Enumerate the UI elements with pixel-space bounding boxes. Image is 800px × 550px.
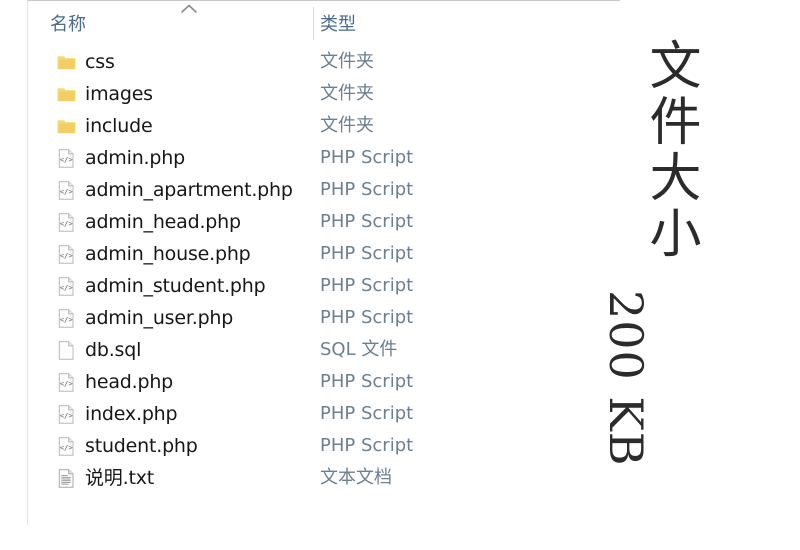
file-list: css 文件夹 images 文件夹 include 文件夹 </> admin.php PHP… (28, 46, 620, 494)
file-list-row[interactable]: </> admin_user.php PHP Script (28, 302, 620, 334)
file-type: PHP Script (320, 403, 414, 424)
column-header-type[interactable]: 类型 (320, 14, 356, 36)
file-name[interactable]: 说明.txt (85, 462, 154, 494)
file-list-row[interactable]: </> index.php PHP Script (28, 398, 620, 430)
svg-text:</>: </> (60, 155, 74, 164)
file-type: 文件夹 (320, 51, 374, 72)
svg-text:</>: </> (60, 315, 74, 324)
php-script-file-icon: </> (56, 148, 77, 169)
file-type: PHP Script (320, 435, 414, 456)
file-name[interactable]: index.php (85, 398, 178, 430)
php-script-file-icon: </> (56, 372, 77, 393)
php-script-file-icon: </> (56, 212, 77, 233)
folder-icon (56, 116, 77, 137)
file-name[interactable]: css (85, 46, 115, 78)
file-list-pane: 名称 类型 css 文件夹 images 文件夹 include 文件夹 </> admin.… (27, 0, 620, 525)
file-list-row[interactable]: db.sql SQL 文件 (28, 334, 620, 366)
file-list-row[interactable]: </> admin.php PHP Script (28, 142, 620, 174)
file-name[interactable]: admin_user.php (85, 302, 233, 334)
file-type: 文本文档 (320, 467, 392, 488)
file-list-row[interactable]: </> student.php PHP Script (28, 430, 620, 462)
svg-text:</>: </> (60, 443, 74, 452)
file-list-row[interactable]: </> admin_head.php PHP Script (28, 206, 620, 238)
file-type: SQL 文件 (320, 339, 398, 360)
file-name[interactable]: admin_house.php (85, 238, 251, 270)
file-name[interactable]: admin_apartment.php (85, 174, 293, 206)
file-size-annotation: 文件大小 200 KB (599, 0, 800, 550)
file-list-row[interactable]: </> admin_student.php PHP Script (28, 270, 620, 302)
php-script-file-icon: </> (56, 180, 77, 201)
file-name[interactable]: admin_head.php (85, 206, 241, 238)
file-name[interactable]: include (85, 110, 153, 142)
file-list-row[interactable]: </> head.php PHP Script (28, 366, 620, 398)
column-header-row: 名称 类型 (28, 1, 620, 46)
svg-text:</>: </> (60, 283, 74, 292)
file-type: PHP Script (320, 371, 414, 392)
blank-document-icon (56, 340, 77, 361)
folder-icon (56, 84, 77, 105)
file-type: 文件夹 (320, 83, 374, 104)
file-name[interactable]: admin.php (85, 142, 185, 174)
file-type: PHP Script (320, 179, 414, 200)
file-list-row[interactable]: css 文件夹 (28, 46, 620, 78)
file-size-annotation-value: 200 KB (599, 290, 653, 467)
file-type: PHP Script (320, 307, 414, 328)
file-list-row[interactable]: 说明.txt 文本文档 (28, 462, 620, 494)
chevron-up-icon[interactable] (180, 3, 198, 14)
file-name[interactable]: images (85, 78, 153, 110)
file-type: PHP Script (320, 211, 414, 232)
svg-text:</>: </> (60, 411, 74, 420)
svg-text:</>: </> (60, 187, 74, 196)
file-name[interactable]: student.php (85, 430, 198, 462)
file-list-row[interactable]: </> admin_house.php PHP Script (28, 238, 620, 270)
svg-text:</>: </> (60, 251, 74, 260)
file-name[interactable]: head.php (85, 366, 173, 398)
file-list-row[interactable]: include 文件夹 (28, 110, 620, 142)
file-size-annotation-label: 文件大小 (640, 38, 700, 262)
php-script-file-icon: </> (56, 308, 77, 329)
php-script-file-icon: </> (56, 244, 77, 265)
file-name[interactable]: db.sql (85, 334, 141, 366)
file-type: 文件夹 (320, 115, 374, 136)
file-type: PHP Script (320, 243, 414, 264)
svg-text:</>: </> (60, 219, 74, 228)
file-type: PHP Script (320, 275, 414, 296)
file-list-row[interactable]: images 文件夹 (28, 78, 620, 110)
php-script-file-icon: </> (56, 436, 77, 457)
text-document-icon (56, 468, 77, 489)
php-script-file-icon: </> (56, 276, 77, 297)
file-list-row[interactable]: </> admin_apartment.php PHP Script (28, 174, 620, 206)
svg-text:</>: </> (60, 379, 74, 388)
file-name[interactable]: admin_student.php (85, 270, 266, 302)
folder-icon (56, 52, 77, 73)
column-divider[interactable] (313, 7, 314, 40)
column-header-name[interactable]: 名称 (50, 14, 86, 36)
php-script-file-icon: </> (56, 404, 77, 425)
file-type: PHP Script (320, 147, 414, 168)
